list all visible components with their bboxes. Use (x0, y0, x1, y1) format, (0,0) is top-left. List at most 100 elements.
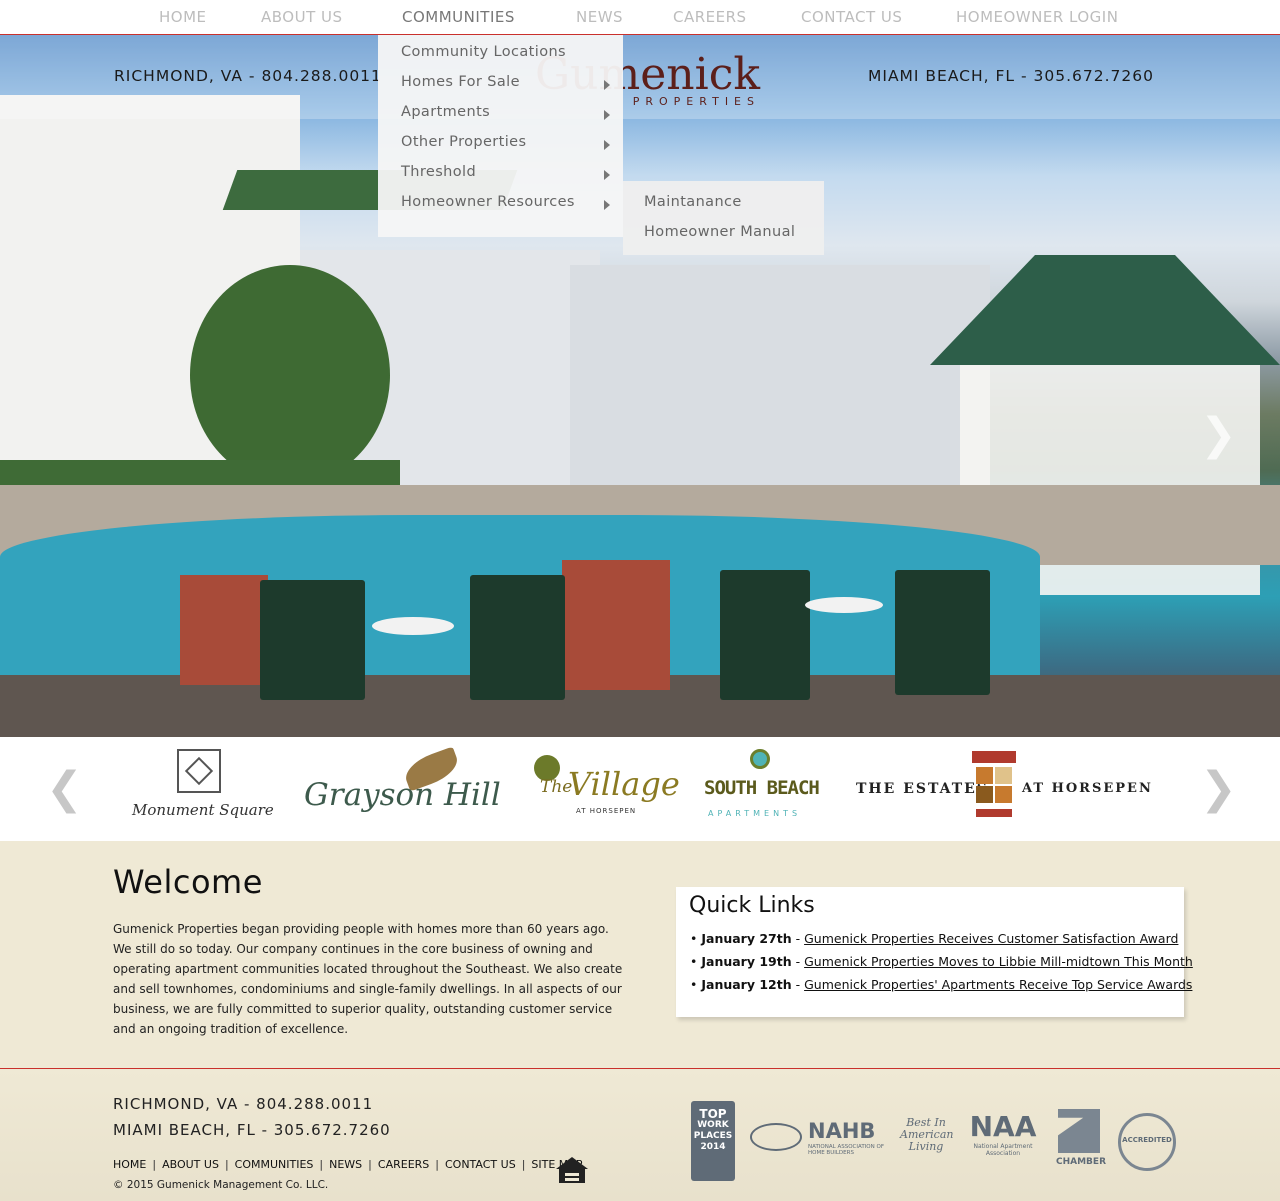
sun-icon (750, 749, 770, 769)
hero-slideshow: RICHMOND, VA - 804.288.0011 MIAMI BEACH,… (0, 35, 1280, 737)
logo-south-beach[interactable]: SOUTH BEACH APARTMENTS (702, 747, 822, 833)
footer-link-careers[interactable]: CAREERS (378, 1158, 429, 1171)
hero-table-2 (805, 597, 883, 613)
top-work-places-badge[interactable]: TOP WORK PLACES 2014 (691, 1101, 735, 1181)
naa-badge[interactable]: NAA National Apartment Association (967, 1111, 1039, 1171)
quick-link-date: January 27th (701, 931, 792, 946)
community-logo-carousel: ❮ ❯ Monument Square Grayson Hill The Vil… (0, 737, 1280, 841)
dropdown-homeowner-resources[interactable]: Homeowner Resources (401, 194, 575, 210)
hero-chair-3 (720, 570, 810, 700)
village-sub-text: AT HORSEPEN (576, 807, 637, 815)
south-beach-text: SOUTH BEACH (704, 777, 820, 799)
badge-text: WORK (697, 1120, 729, 1130)
monument-ornament-icon (177, 749, 221, 793)
nav-about-us[interactable]: ABOUT US (261, 8, 343, 26)
caret-right-icon (604, 110, 610, 120)
welcome-body: Gumenick Properties began providing peop… (113, 922, 623, 1036)
quick-link[interactable]: Gumenick Properties Receives Customer Sa… (804, 931, 1178, 946)
footer-link-about[interactable]: ABOUT US (162, 1158, 219, 1171)
quick-links-title: Quick Links (689, 893, 815, 918)
chamber-badge[interactable]: CHAMBER (1054, 1109, 1106, 1171)
village-name-text: Village (568, 765, 680, 803)
quick-link-item: • January 19th - Gumenick Properties Mov… (690, 954, 1193, 969)
nav-contact-us[interactable]: CONTACT US (801, 8, 902, 26)
nahb-badge[interactable]: NAHB NATIONAL ASSOCIATION OF HOME BUILDE… (750, 1119, 890, 1159)
footer-nav: HOME | ABOUT US | COMMUNITIES | NEWS | CAREERS | C… (113, 1158, 583, 1171)
chevron-right-icon[interactable]: ❯ (1200, 767, 1237, 811)
quick-links-panel: Quick Links • January 27th - Gumenick Pr… (676, 887, 1193, 1017)
caret-right-icon (604, 80, 610, 90)
quick-link-item: • January 27th - Gumenick Properties Rec… (690, 931, 1179, 946)
badge-text: 2014 (700, 1142, 726, 1152)
footer-link-communities[interactable]: COMMUNITIES (235, 1158, 314, 1171)
hero-table (372, 617, 454, 635)
nav-homeowner-login[interactable]: HOMEOWNER LOGIN (956, 8, 1118, 26)
estates-left-text: THE ESTATES (856, 781, 989, 797)
welcome-section: Welcome Gumenick Properties began provid… (0, 841, 1280, 1069)
logo-grayson-hill[interactable]: Grayson Hill (304, 746, 501, 825)
nav-home[interactable]: HOME (159, 8, 207, 26)
dropdown-other-properties[interactable]: Other Properties (401, 134, 526, 150)
footer-phone-richmond: RICHMOND, VA - 804.288.0011 (113, 1095, 374, 1113)
submenu-maintanance[interactable]: Maintanance (644, 194, 742, 210)
caret-right-icon (604, 170, 610, 180)
accredited-seal-badge[interactable]: ACCREDITED (1118, 1113, 1176, 1171)
chamber-emblem-icon (1058, 1109, 1100, 1153)
hero-chair-4 (895, 570, 990, 695)
copyright: © 2015 Gumenick Management Co. LLC. (113, 1179, 329, 1191)
naa-sub-text: National Apartment Association (973, 1143, 1033, 1157)
badge-text: TOP (699, 1107, 727, 1121)
dropdown-threshold[interactable]: Threshold (401, 164, 476, 180)
hero-brick-pillar-left (180, 575, 268, 685)
dropdown-homes-for-sale[interactable]: Homes For Sale (401, 74, 520, 90)
footer: RICHMOND, VA - 804.288.0011 MIAMI BEACH,… (0, 1068, 1280, 1201)
footer-link-home[interactable]: HOME (113, 1158, 146, 1171)
chamber-text: CHAMBER (1056, 1157, 1106, 1167)
monument-square-text: Monument Square (132, 801, 274, 819)
grayson-hill-text: Grayson Hill (304, 777, 501, 813)
hero-phone-richmond: RICHMOND, VA - 804.288.0011 (114, 67, 382, 85)
dropdown-apartments[interactable]: Apartments (401, 104, 490, 120)
caret-right-icon (604, 140, 610, 150)
best-in-american-living-badge[interactable]: Best In American Living (900, 1117, 953, 1165)
footer-link-news[interactable]: NEWS (329, 1158, 362, 1171)
logo-monument-square[interactable]: Monument Square (132, 749, 274, 829)
estates-right-text: AT HORSEPEN (1022, 781, 1153, 796)
homeowner-resources-submenu: Maintanance Homeowner Manual (623, 181, 824, 255)
estates-emblem-icon (972, 751, 1016, 823)
nahb-sub-text: NATIONAL ASSOCIATION OF HOME BUILDERS (808, 1144, 884, 1156)
badge-text: PLACES (693, 1131, 733, 1141)
badge-text: Living (908, 1140, 944, 1153)
chevron-left-icon[interactable]: ❮ (46, 767, 83, 811)
logo-estates-at-horsepen[interactable]: THE ESTATES AT HORSEPEN (856, 751, 1151, 829)
logo-the-village[interactable]: The Village AT HORSEPEN (530, 751, 680, 827)
hero-brick-pillar-right (562, 560, 670, 690)
footer-link-contact[interactable]: CONTACT US (445, 1158, 516, 1171)
chevron-right-icon[interactable]: ❯ (1200, 410, 1237, 460)
nav-news[interactable]: NEWS (576, 8, 623, 26)
naa-text: NAA (969, 1110, 1037, 1143)
hero-clubhouse (570, 265, 990, 500)
top-nav: HOME ABOUT US COMMUNITIES NEWS CAREERS C… (0, 0, 1280, 35)
quick-link-date: January 19th (701, 954, 792, 969)
hero-chair-2 (470, 575, 565, 700)
nav-careers[interactable]: CAREERS (673, 8, 747, 26)
hero-phone-miami: MIAMI BEACH, FL - 305.672.7260 (868, 67, 1154, 85)
accredited-text: ACCREDITED (1122, 1136, 1172, 1144)
quick-link[interactable]: Gumenick Properties Moves to Libbie Mill… (804, 954, 1193, 969)
quick-link-date: January 12th (701, 977, 792, 992)
nahb-text: NAHB (808, 1119, 876, 1143)
nav-communities[interactable]: COMMUNITIES (402, 8, 515, 26)
welcome-title: Welcome (113, 863, 263, 901)
quick-link[interactable]: Gumenick Properties' Apartments Receive … (804, 977, 1192, 992)
communities-dropdown: Community Locations Homes For Sale Apart… (378, 35, 623, 237)
quick-link-item: • January 12th - Gumenick Properties' Ap… (690, 977, 1193, 992)
caret-right-icon (604, 200, 610, 210)
south-beach-sub-text: APARTMENTS (708, 809, 802, 818)
footer-phone-miami: MIAMI BEACH, FL - 305.672.7260 (113, 1121, 391, 1139)
hero-chair-1 (260, 580, 365, 700)
dropdown-community-locations[interactable]: Community Locations (401, 44, 566, 60)
equal-housing-icon (556, 1157, 588, 1191)
submenu-homeowner-manual[interactable]: Homeowner Manual (644, 224, 795, 240)
hero-trees-left (190, 265, 390, 485)
